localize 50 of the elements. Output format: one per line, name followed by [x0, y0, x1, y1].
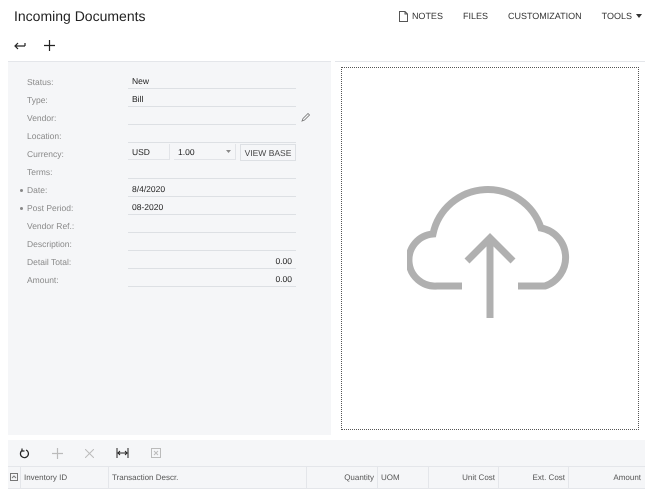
input-field[interactable]: 0.00 — [128, 271, 296, 287]
grid-tool-button[interactable] — [116, 448, 129, 458]
currency-field[interactable]: USD — [128, 144, 170, 160]
input-field[interactable]: New — [128, 73, 296, 89]
field-label: Post Period: — [27, 202, 74, 215]
field-label: Description: — [27, 238, 73, 251]
add-icon — [52, 448, 63, 458]
attachment-icon — [10, 473, 18, 481]
add-button[interactable] — [44, 40, 55, 50]
field-label: Detail Total: — [27, 256, 72, 269]
field-label: Terms: — [27, 166, 54, 179]
header-link[interactable]: CUSTOMIZATION — [508, 11, 582, 21]
upload-drop-area[interactable] — [341, 67, 639, 430]
back-button[interactable] — [14, 40, 26, 50]
field-label: Amount: — [27, 274, 60, 287]
rate-dropdown[interactable]: 1.00 — [174, 144, 236, 160]
caret-icon — [226, 150, 231, 153]
field-label: Vendor: — [27, 112, 58, 125]
column-header[interactable]: Inventory ID — [20, 467, 108, 488]
field-label: Location: — [27, 130, 62, 143]
fit-columns-icon — [116, 448, 129, 458]
menu-button[interactable]: TOOLS — [602, 11, 642, 21]
column-header[interactable]: Amount — [568, 467, 644, 488]
input-field[interactable]: 08-2020 — [128, 199, 296, 215]
field-label: Vendor Ref.: — [27, 220, 76, 233]
input-field[interactable]: Bill — [128, 91, 296, 107]
view-base-button[interactable]: VIEW BASE — [240, 144, 296, 161]
field-label: Type: — [27, 94, 49, 107]
close-icon — [85, 448, 94, 458]
pencil-icon[interactable] — [301, 113, 310, 122]
input-field[interactable]: 8/4/2020 — [128, 181, 296, 197]
input-field[interactable]: 0.00 — [128, 253, 296, 269]
header-link[interactable]: NOTES — [398, 10, 443, 22]
grid-tool-button[interactable] — [19, 448, 30, 458]
back-arrow-icon — [14, 40, 26, 50]
column-header[interactable]: Unit Cost — [428, 467, 498, 488]
add-icon — [44, 40, 55, 50]
document-icon — [398, 10, 408, 22]
caret-icon — [636, 14, 642, 18]
field-label: Status: — [27, 76, 54, 89]
export-icon — [151, 448, 161, 458]
header-link[interactable]: FILES — [462, 11, 488, 21]
page-title: Incoming Documents — [14, 8, 146, 24]
column-header[interactable]: Quantity — [306, 467, 377, 488]
column-header[interactable]: Transaction Descr. — [108, 467, 306, 488]
refresh-icon — [19, 448, 30, 458]
field-label: Currency: — [27, 148, 65, 161]
column-header[interactable]: Ext. Cost — [498, 467, 568, 488]
field-label: Date: — [27, 184, 48, 197]
column-header[interactable]: UOM — [377, 467, 428, 488]
